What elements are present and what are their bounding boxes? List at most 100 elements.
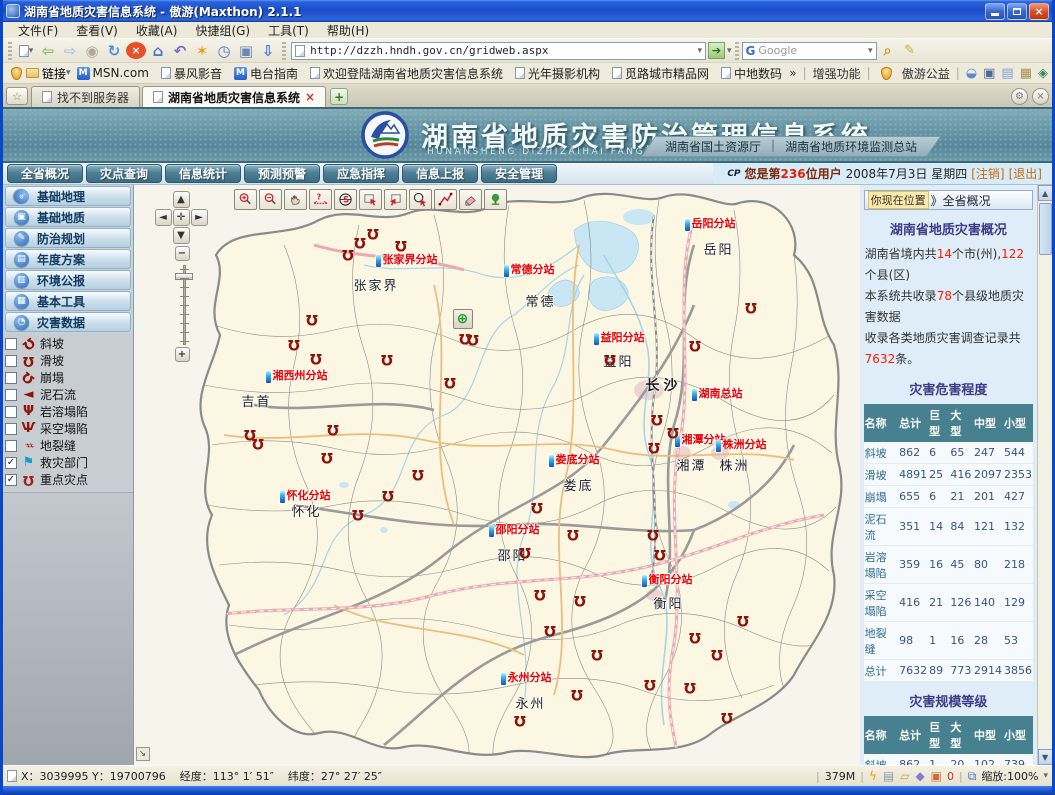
- search-placeholder[interactable]: Google: [758, 44, 868, 57]
- sidebar-panel-环境公报[interactable]: ▥环境公报: [5, 270, 131, 290]
- hazard-point-icon[interactable]: Ω: [310, 351, 322, 365]
- zoom-dropdown-icon[interactable]: ▾: [1043, 771, 1048, 781]
- undo-button[interactable]: ↶: [170, 41, 190, 61]
- hazard-point-icon[interactable]: Ω: [342, 247, 354, 261]
- eraser-map-button[interactable]: [459, 189, 482, 210]
- menu-工具(T)[interactable]: 工具(T): [259, 22, 318, 39]
- hazard-point-icon[interactable]: Ω: [604, 352, 616, 366]
- hazard-point-icon[interactable]: Ω: [531, 500, 543, 514]
- hazard-point-icon[interactable]: Ω: [321, 450, 333, 464]
- hazard-point-icon[interactable]: Ω: [514, 713, 526, 727]
- new-page-dropdown-icon[interactable]: ▾: [29, 46, 34, 56]
- deselect-rect-map-button[interactable]: [384, 189, 407, 210]
- link-觅路城市精品网[interactable]: 觅路城市精品网: [612, 65, 709, 82]
- zoom-out-map-button[interactable]: [259, 189, 282, 210]
- layer-checkbox[interactable]: [5, 338, 17, 350]
- proxy-icon[interactable]: ◒: [966, 66, 977, 81]
- station-岳阳分站[interactable]: 岳阳分站: [685, 215, 736, 231]
- hazard-point-icon[interactable]: Ω: [381, 352, 393, 366]
- pan-up-button[interactable]: ▲: [173, 191, 190, 208]
- hazard-point-icon[interactable]: Ω: [367, 226, 379, 240]
- linksbar-增强功能[interactable]: 增强功能: [813, 65, 861, 82]
- note-icon[interactable]: ▤: [1001, 66, 1013, 81]
- linksbar-傲游公益[interactable]: 傲游公益: [902, 65, 950, 82]
- search-engine-dropdown-icon[interactable]: ▾: [868, 46, 873, 56]
- menu-查看(V)[interactable]: 查看(V): [67, 22, 127, 39]
- zoom-out-slider-button[interactable]: −: [175, 246, 190, 261]
- scroll-thumb[interactable]: [1039, 203, 1052, 255]
- layer-checkbox[interactable]: [5, 372, 17, 384]
- download-button[interactable]: ⇩: [258, 41, 278, 61]
- forward-button[interactable]: ⇨: [60, 41, 80, 61]
- hazard-point-icon[interactable]: Ω: [591, 647, 603, 661]
- hazard-point-icon[interactable]: Ω: [534, 587, 546, 601]
- hazard-point-icon[interactable]: Ω: [574, 593, 586, 607]
- highlight-icon[interactable]: ✎: [900, 41, 920, 61]
- links-overflow-icon[interactable]: »: [789, 66, 796, 80]
- boost-icon[interactable]: ϟ: [869, 769, 877, 783]
- trash-icon[interactable]: ▦: [1020, 66, 1032, 81]
- sidebar-panel-基础地质[interactable]: ▣基础地质: [5, 207, 131, 227]
- boss-key-button[interactable]: ×: [1032, 88, 1049, 105]
- hazard-point-icon[interactable]: Ω: [327, 422, 339, 436]
- go-button[interactable]: ➔: [708, 42, 725, 59]
- new-page-button[interactable]: ▾: [16, 41, 36, 61]
- gem-icon[interactable]: ◆: [915, 769, 924, 783]
- links-folder-icon[interactable]: [26, 68, 39, 78]
- pan-left-button[interactable]: ◄: [155, 209, 172, 226]
- scroll-down-button[interactable]: ▼: [1038, 749, 1053, 765]
- hazard-point-icon[interactable]: Ω: [382, 488, 394, 502]
- nav-tab-应急指挥[interactable]: 应急指挥: [323, 164, 399, 183]
- hazard-point-icon[interactable]: Ω: [684, 680, 696, 694]
- hazard-point-icon[interactable]: Ω: [306, 312, 318, 326]
- select-circle-map-button[interactable]: [409, 189, 432, 210]
- page-zoom-icon[interactable]: ⧉: [968, 769, 977, 784]
- links-label[interactable]: 链接: [42, 65, 66, 82]
- hazard-point-icon[interactable]: Ω: [571, 687, 583, 701]
- hazard-point-icon[interactable]: Ω: [412, 467, 424, 481]
- station-株洲分站[interactable]: 株洲分站: [716, 436, 767, 452]
- link-光年摄影机构[interactable]: 光年摄影机构: [515, 65, 600, 82]
- plugin-icon[interactable]: ◈: [1038, 66, 1048, 81]
- history-button[interactable]: ◷: [214, 41, 234, 61]
- layer-checkbox[interactable]: [5, 423, 17, 435]
- hazard-point-icon[interactable]: Ω: [444, 375, 456, 389]
- scale-circle-map-button[interactable]: S: [334, 189, 357, 210]
- tab-湖南省地质灾害信息系统[interactable]: 湖南省地质灾害信息系统×: [142, 86, 326, 107]
- hazard-point-icon[interactable]: Ω: [288, 337, 300, 351]
- hazard-point-icon[interactable]: Ω: [689, 338, 701, 352]
- hazard-point-icon[interactable]: Ω: [667, 425, 679, 439]
- layer-checkbox[interactable]: [5, 440, 17, 452]
- favorites-star-button[interactable]: ☆: [6, 87, 28, 105]
- hazard-point-icon[interactable]: Ω: [252, 436, 264, 450]
- refresh-button[interactable]: ↻: [104, 41, 124, 61]
- draw-line-map-button[interactable]: [434, 189, 457, 210]
- home-button[interactable]: ⌂: [148, 41, 168, 61]
- window-icon[interactable]: ▣: [983, 66, 995, 81]
- pan-center-button[interactable]: ✛: [173, 209, 190, 226]
- link-电台指南[interactable]: M电台指南: [234, 65, 298, 82]
- hazard-point-icon[interactable]: Ω: [467, 332, 479, 346]
- hazard-point-icon[interactable]: Ω: [721, 710, 733, 724]
- layer-checkbox[interactable]: [5, 406, 17, 418]
- pan-right-button[interactable]: ►: [191, 209, 208, 226]
- link-中地数码[interactable]: 中地数码: [721, 65, 782, 82]
- exit-link[interactable]: [退出]: [1009, 165, 1042, 182]
- link-欢迎登陆湖南省地质灾害信息系统[interactable]: 欢迎登陆湖南省地质灾害信息系统: [310, 65, 503, 82]
- sidebar-panel-基本工具[interactable]: ▦基本工具: [5, 291, 131, 311]
- zoom-in-map-button[interactable]: [234, 189, 257, 210]
- url-text[interactable]: http://dzzh.hndh.gov.cn/gridweb.aspx: [310, 44, 697, 57]
- sidebar-panel-灾害数据[interactable]: ◔灾害数据: [5, 312, 131, 332]
- select-rect-map-button[interactable]: [359, 189, 382, 210]
- banner-link-湖南省国土资源厅[interactable]: 湖南省国土资源厅: [665, 138, 761, 155]
- hazard-point-icon[interactable]: Ω: [519, 545, 531, 559]
- nav-tab-信息上报[interactable]: 信息上报: [402, 164, 478, 183]
- station-邵阳分站[interactable]: 邵阳分站: [489, 521, 540, 537]
- go-dropdown-icon[interactable]: ▾: [727, 46, 732, 56]
- hazard-point-icon[interactable]: Ω: [647, 527, 659, 541]
- hazard-point-icon[interactable]: Ω: [567, 527, 579, 541]
- station-衡阳分站[interactable]: 衡阳分站: [642, 571, 693, 587]
- hazard-point-icon[interactable]: Ω: [395, 238, 407, 252]
- pan-down-button[interactable]: ▼: [173, 227, 190, 244]
- search-box[interactable]: G Google ▾: [742, 42, 877, 60]
